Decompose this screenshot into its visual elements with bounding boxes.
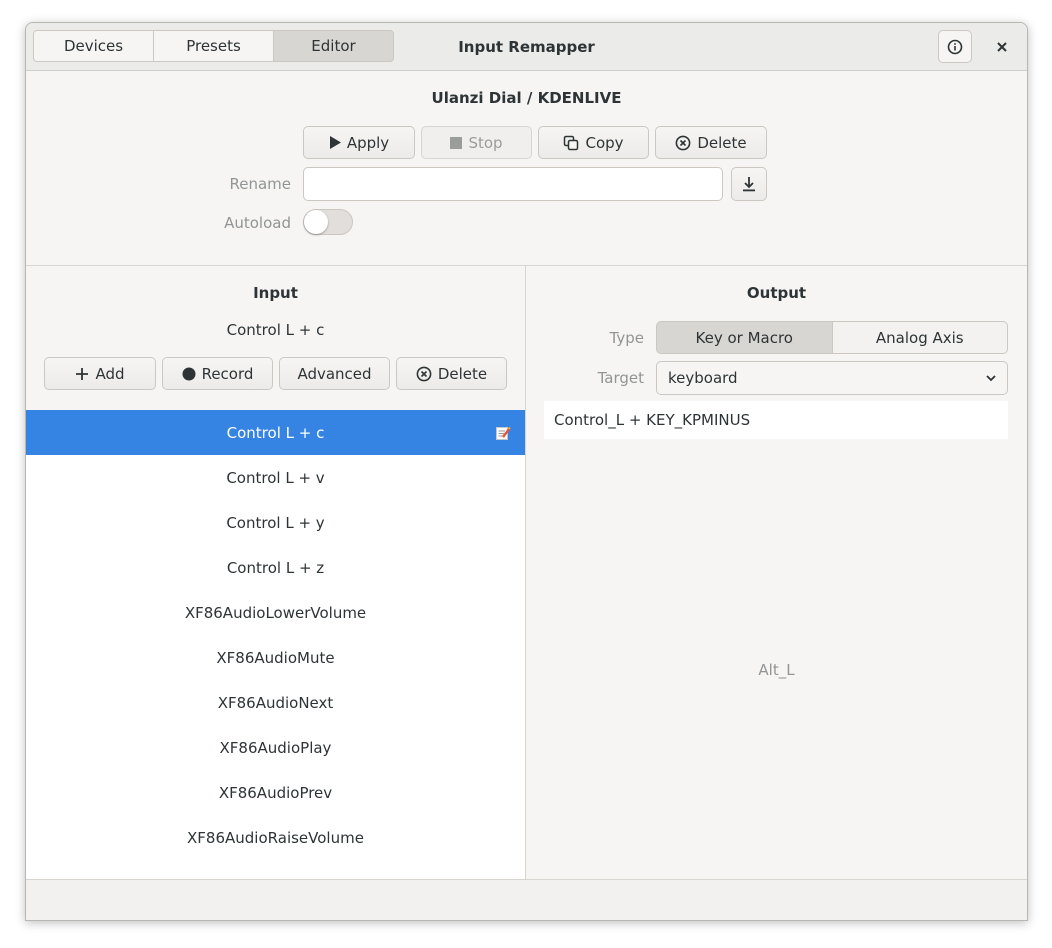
play-icon [329,136,341,149]
about-button[interactable] [938,30,972,63]
mapping-label: XF86AudioRaiseVolume [187,828,364,847]
info-icon [947,39,963,54]
preset-title: Ulanzi Dial / KDENLIVE [26,89,1027,107]
download-icon [743,177,755,192]
status-bar [26,879,1027,920]
chevron-down-icon [986,375,996,382]
delete-mapping-label: Delete [437,364,488,383]
target-dropdown[interactable]: keyboard [656,361,1008,395]
device-name: Ulanzi Dial [431,89,522,107]
title-separator: / [526,89,533,107]
preset-panel: Ulanzi Dial / KDENLIVE Apply Stop Copy D… [26,71,1027,266]
copy-icon [564,135,579,150]
copy-label: Copy [585,133,624,152]
stop-label: Stop [468,133,503,152]
plus-icon [76,367,89,380]
mapping-row[interactable]: XF86AudioRaiseVolume [26,815,525,860]
advanced-button[interactable]: Advanced [279,357,390,390]
mapping-label: Control L + y [226,513,325,532]
target-value: keyboard [668,369,738,387]
stop-button[interactable]: Stop [421,126,532,159]
add-label: Add [95,364,125,383]
mapping-row[interactable]: XF86AudioPlay [26,725,525,770]
output-type-selector: Key or Macro Analog Axis [656,321,1008,354]
advanced-label: Advanced [297,364,372,383]
mapping-list: Control L + c Control L + v Control L + … [26,410,525,879]
output-panel: Output Type Key or Macro Analog Axis Tar… [526,266,1027,879]
copy-button[interactable]: Copy [538,126,649,159]
apply-button[interactable]: Apply [303,126,415,159]
rename-input[interactable] [303,167,723,201]
header-bar: Devices Presets Editor Input Remapper [26,23,1027,71]
mapping-label: Control L + c [226,423,325,442]
delete-circle-icon [416,366,432,381]
edit-icon [496,426,511,440]
delete-mapping-button[interactable]: Delete [396,357,507,390]
window-title: Input Remapper [458,38,595,56]
output-hint: Alt_L [758,661,795,679]
delete-preset-button[interactable]: Delete [655,126,767,159]
mapping-row[interactable]: Control L + c [26,410,525,455]
record-icon [182,367,196,380]
mapping-label: XF86AudioNext [217,693,334,712]
app-window: Devices Presets Editor Input Remapper Ul… [25,22,1028,921]
mapping-row[interactable]: Control L + y [26,500,525,545]
input-panel: Input Control L + c Add Record Advanced … [26,266,526,879]
mapping-row[interactable]: Control L + v [26,455,525,500]
mapping-label: Control L + z [226,558,325,577]
record-label: Record [201,364,254,383]
switch-knob [304,210,328,234]
close-button[interactable] [985,30,1019,63]
mapping-label: Control L + v [226,468,325,487]
autoload-label: Autoload [224,214,291,232]
output-heading: Output [746,284,807,302]
input-heading: Input [253,284,298,302]
mapping-label: XF86AudioMute [216,648,335,667]
mapping-label: XF86AudioPrev [218,783,333,802]
save-rename-button[interactable] [731,167,767,201]
autoload-switch[interactable] [303,209,353,235]
mapping-row[interactable]: XF86AudioPrev [26,770,525,815]
close-icon [997,41,1007,52]
rename-label: Rename [229,175,291,193]
type-analog-axis-button[interactable]: Analog Axis [831,321,1008,354]
mapping-label: XF86AudioLowerVolume [184,603,367,622]
mapping-row[interactable]: XF86AudioMute [26,635,525,680]
stop-icon [450,136,463,149]
type-key-or-macro-button[interactable]: Key or Macro [656,321,833,354]
target-label: Target [597,369,644,387]
mapping-label: XF86AudioPlay [219,738,332,757]
output-editor[interactable]: Control_L + KEY_KPMINUS [544,401,1008,439]
add-mapping-button[interactable]: Add [44,357,156,390]
delete-preset-label: Delete [697,133,747,152]
current-input-combination: Control L + c [226,321,325,339]
record-button[interactable]: Record [162,357,273,390]
preset-name: KDENLIVE [537,89,622,107]
delete-circle-icon [675,135,691,150]
apply-label: Apply [346,133,390,152]
mapping-row[interactable]: XF86AudioNext [26,680,525,725]
type-label: Type [609,329,644,347]
mapping-row[interactable]: Control L + z [26,545,525,590]
mapping-row[interactable]: XF86AudioLowerVolume [26,590,525,635]
